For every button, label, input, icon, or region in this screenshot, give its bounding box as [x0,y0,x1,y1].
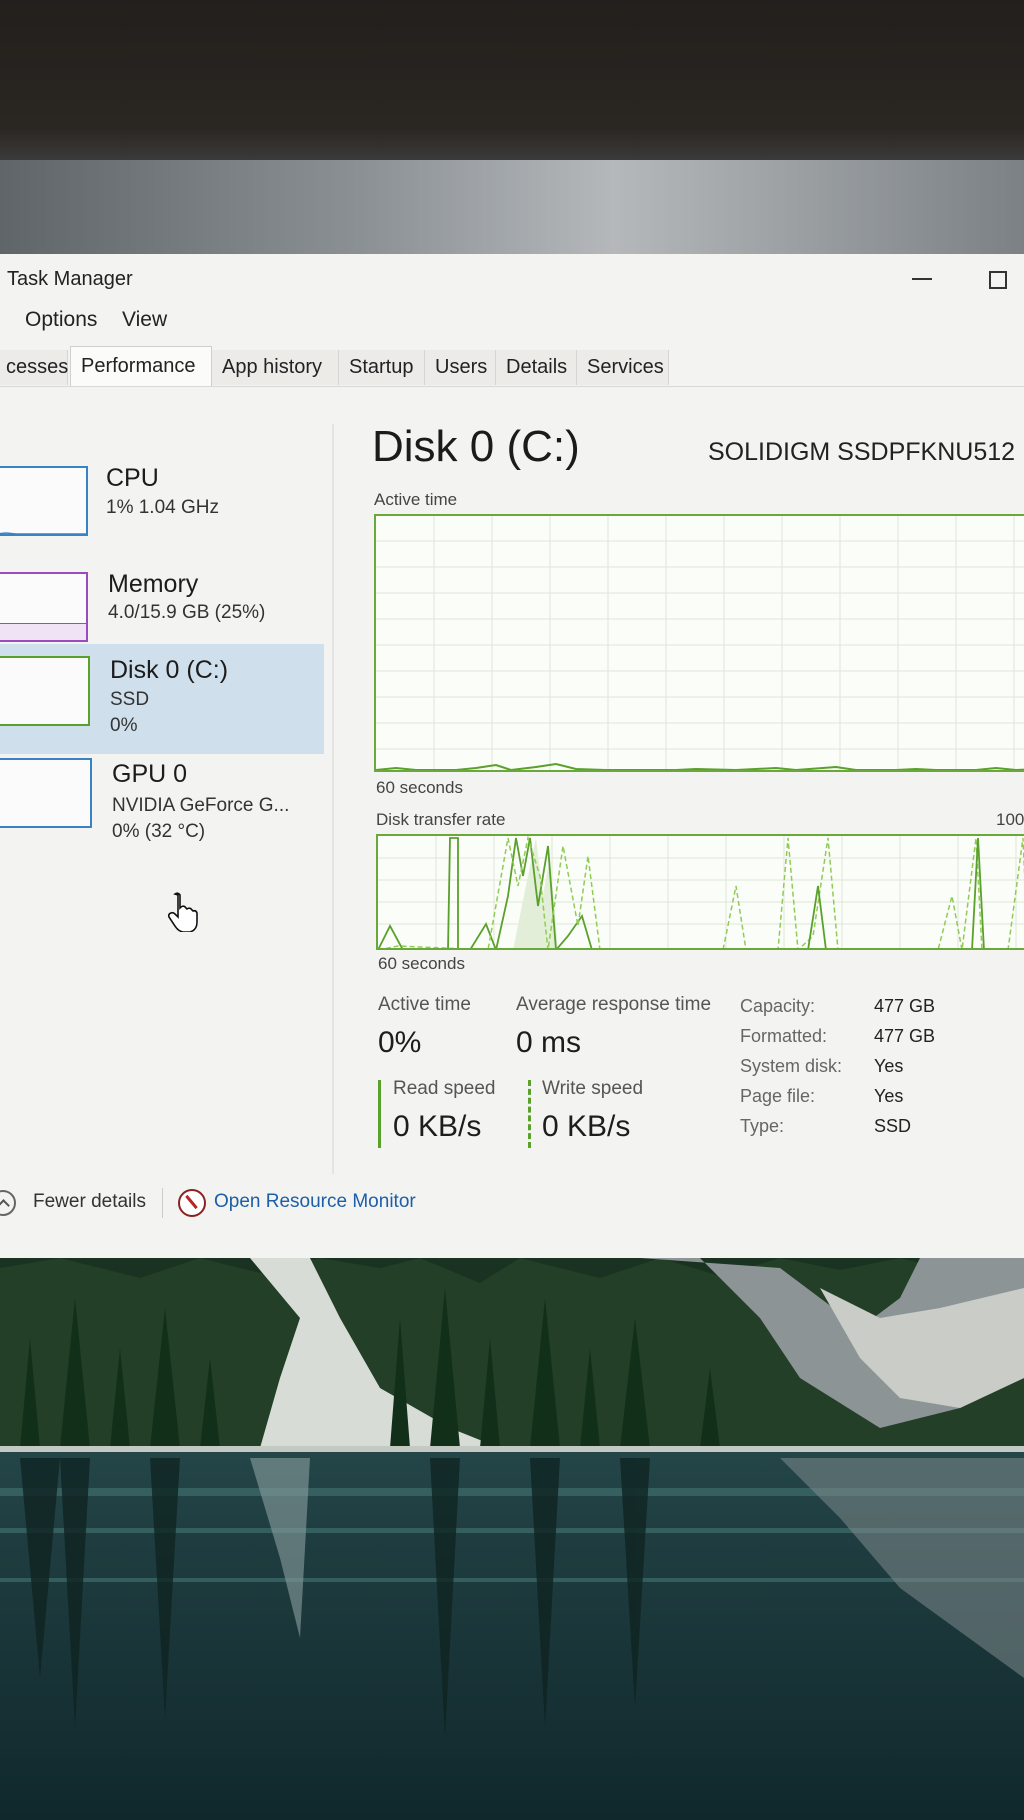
disk-title: Disk 0 (C:) [372,422,580,471]
tab-performance[interactable]: Performance [70,346,212,386]
transfer-rate-chart [376,834,1024,950]
formatted-label: Formatted: [740,1026,828,1046]
sidebar-item-detail: 1% 1.04 GHz [106,497,219,518]
write-speed-indicator [528,1080,531,1148]
system-disk-label: System disk: [740,1056,843,1076]
avg-response-value: 0 ms [516,1026,582,1059]
sidebar-item-detail: 4.0/15.9 GB (25%) [108,602,266,623]
active-time-chart-label: Active time [374,490,458,509]
sidebar-item-disk[interactable]: Disk 0 (C:) SSD 0% [0,644,324,754]
read-speed-indicator [378,1080,381,1148]
fewer-details-button[interactable]: Fewer details [33,1191,146,1213]
tab-services[interactable]: Services [577,350,669,385]
page-file-value: Yes [874,1086,904,1106]
sidebar-item-memory[interactable]: Memory 4.0/15.9 GB (25%) [0,540,324,650]
task-manager-window: Task Manager Options View cesses Perform… [0,254,1024,1258]
write-speed-value: 0 KB/s [542,1110,631,1143]
minimize-button[interactable] [906,256,952,296]
transfer-chart-max: 100 [996,810,1024,829]
window-title: Task Manager [7,268,133,290]
menu-view[interactable]: View [122,308,167,332]
capacity-value: 477 GB [874,996,936,1016]
sidebar-item-detail: SSD [110,689,150,710]
menu-options[interactable]: Options [25,308,97,332]
hand-cursor-icon [167,892,198,932]
sidebar-item-gpu[interactable]: GPU 0 NVIDIA GeForce G... 0% (32 °C) [0,754,324,864]
maximize-button[interactable] [982,260,1018,296]
type-label: Type: [740,1116,785,1136]
read-speed-value: 0 KB/s [393,1110,482,1143]
transfer-rate-graph [378,836,1024,948]
sidebar-item-usage: 0% [110,715,138,736]
tab-startup[interactable]: Startup [339,350,425,385]
page-file-label: Page file: [740,1086,816,1106]
monitor-bezel [0,0,1024,160]
sidebar-item-label: CPU [106,464,159,492]
title-bar: Task Manager [0,254,1024,300]
open-resource-monitor-link[interactable]: Open Resource Monitor [214,1191,416,1213]
desktop-wallpaper-landscape [0,1258,1024,1820]
active-time-chart [374,514,1024,772]
cpu-thumbnail [0,466,88,536]
avg-response-label: Average response time [516,994,712,1015]
tab-processes[interactable]: cesses [0,350,68,385]
sidebar-item-cpu[interactable]: CPU 1% 1.04 GHz [0,436,324,546]
menu-bar: Options View [0,308,1024,342]
active-time-graph [376,516,1024,770]
system-disk-value: Yes [874,1056,904,1076]
tab-app-history[interactable]: App history [212,350,339,385]
read-speed-label: Read speed [393,1078,496,1099]
tab-bar: cesses Performance App history Startup U… [0,346,1024,387]
sidebar-item-label: GPU 0 [112,760,188,788]
footer-divider [162,1188,163,1218]
transfer-chart-label: Disk transfer rate [376,810,506,829]
gpu-thumbnail [0,758,92,828]
tab-details[interactable]: Details [496,350,577,385]
memory-thumbnail [0,572,88,642]
resource-monitor-icon[interactable] [178,1189,206,1217]
disk-thumbnail [0,656,90,726]
resource-sidebar: CPU 1% 1.04 GHz Memory 4.0/15.9 GB (25%)… [0,394,330,1134]
active-time-label: Active time [378,994,471,1015]
capacity-label: Capacity: [740,996,816,1016]
window-footer: Fewer details Open Resource Monitor [0,1178,1024,1238]
write-speed-label: Write speed [542,1078,644,1099]
chevron-up-icon[interactable] [0,1190,16,1216]
type-value: SSD [874,1116,912,1136]
desktop-wallpaper-sky [0,160,1024,254]
sidebar-item-label: Memory [108,570,199,598]
formatted-value: 477 GB [874,1026,936,1046]
sidebar-divider [332,424,334,1174]
sidebar-item-temp: 0% (32 °C) [112,821,206,842]
sidebar-item-label: Disk 0 (C:) [110,656,229,684]
active-time-chart-footer: 60 seconds [376,778,463,797]
active-time-value: 0% [378,1026,422,1059]
tab-users[interactable]: Users [425,350,496,385]
disk-model: SOLIDIGM SSDPFKNU512 [708,438,1016,466]
transfer-chart-footer: 60 seconds [378,954,465,973]
sidebar-item-detail: NVIDIA GeForce G... [112,795,290,816]
